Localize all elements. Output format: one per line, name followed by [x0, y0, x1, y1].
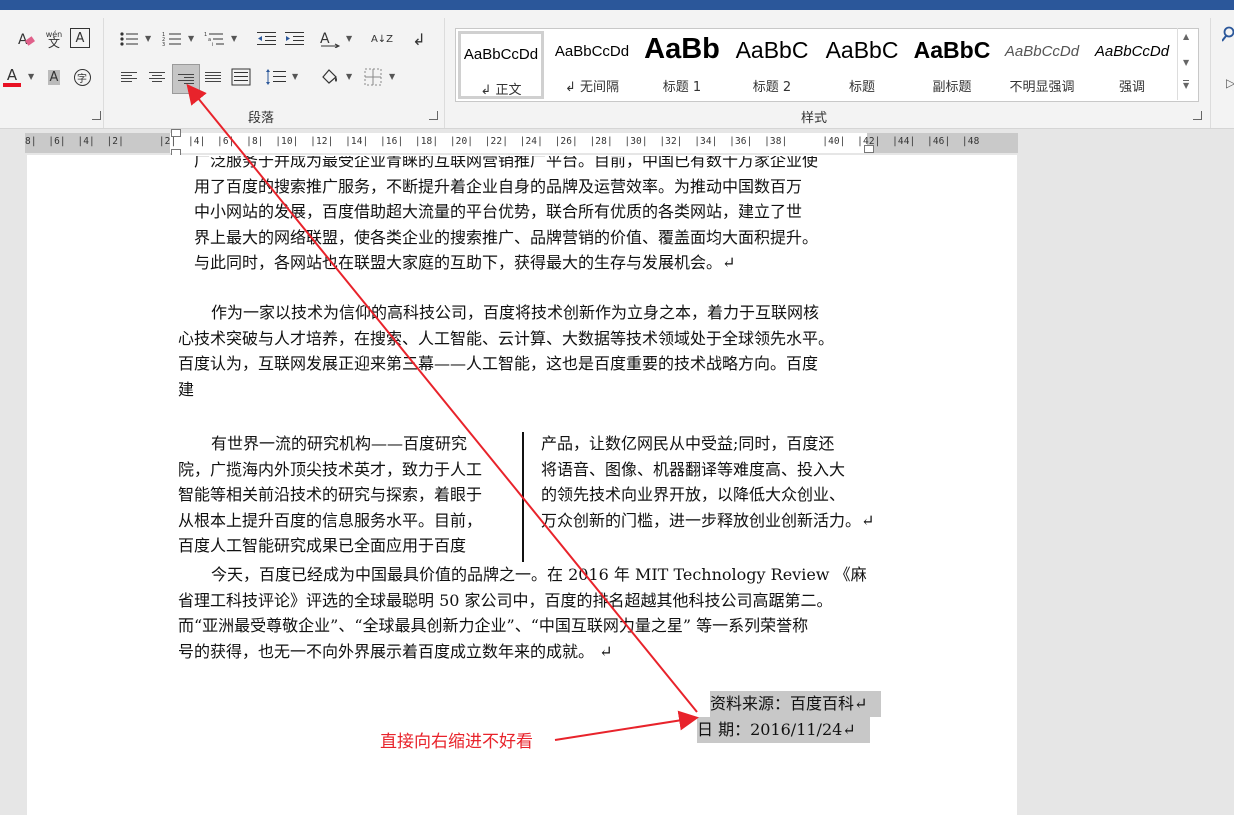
column-right: 产品，让数亿网民从中受益;同时，百度还 将语音、图像、机器翻译等难度高、投入大 …: [541, 431, 874, 533]
borders-icon[interactable]: [361, 66, 385, 88]
character-shading-icon[interactable]: A: [42, 66, 66, 88]
more-styles-icon[interactable]: ▼: [1183, 80, 1190, 90]
bullets-dropdown-icon[interactable]: ▼: [145, 34, 151, 43]
p1-line: 与此同时，各网站也在联盟大家庭的互助下，获得最大的生存与发展机会。↵: [194, 253, 736, 272]
p2-line: 心技术突破与人才培养，在搜索、人工智能、云计算、大数据等技术领域处于全球领先水平…: [178, 328, 835, 348]
numbering-icon[interactable]: 123: [160, 28, 184, 50]
enclose-characters-icon[interactable]: 字: [70, 66, 94, 88]
font-color-bar: [3, 83, 21, 87]
select-icon[interactable]: ▷: [1226, 76, 1234, 90]
font-color-button[interactable]: A: [0, 66, 24, 88]
p3-line: 今天，百度已经成为中国最具价值的品牌之一。在 2016 年 MIT Techno…: [211, 565, 867, 584]
svg-text:1: 1: [204, 32, 207, 38]
style-heading-1[interactable]: AaBb 标题 1: [638, 29, 726, 99]
col-right-line: 产品，让数亿网民从中受益;同时，百度还: [541, 434, 835, 453]
numbering-dropdown-icon[interactable]: ▼: [188, 34, 194, 43]
character-border-icon[interactable]: A: [70, 28, 90, 48]
paragraph-dialog-launcher-icon[interactable]: [92, 111, 101, 120]
col-left-line: 院，广揽海内外顶尖技术英才，致力于人工: [178, 459, 483, 479]
p2-line: 百度认为，互联网发展正迎来第三幕——人工智能，这也是百度重要的技术战略方向。百度: [178, 354, 819, 373]
clear-formatting-icon[interactable]: A: [14, 28, 38, 50]
shading-icon[interactable]: [318, 66, 342, 88]
horizontal-ruler[interactable]: 8| |6| |4| |2| |2| |4| |6| |8| |10| |12|…: [25, 129, 1018, 157]
style-no-spacing[interactable]: AaBbCcDd ↲ 无间隔: [548, 29, 636, 99]
styles-gallery: AaBbCcDd ↲ 正文 AaBbCcDd ↲ 无间隔 AaBb 标题 1 A…: [455, 28, 1199, 102]
scroll-down-icon[interactable]: ▼: [1183, 58, 1189, 67]
find-icon[interactable]: [1221, 26, 1234, 48]
title-bar: [0, 0, 1234, 10]
styles-dialog-launcher-icon[interactable]: [1193, 111, 1202, 120]
ribbon: A wén 文 A A ▼ A 字 ▼ 123 ▼ 1ai ▼ A ▼ A↓Z …: [0, 10, 1234, 129]
col-left-line: 智能等相关前沿技术的研究与探索，着眼于: [178, 485, 483, 504]
svg-text:3: 3: [162, 42, 165, 47]
decrease-indent-icon[interactable]: [255, 28, 279, 50]
increase-indent-icon[interactable]: [283, 28, 307, 50]
line-spacing-icon[interactable]: [264, 66, 288, 88]
align-center-icon[interactable]: [145, 66, 169, 88]
style-heading-2[interactable]: AaBbC 标题 2: [728, 29, 816, 99]
style-emphasis[interactable]: AaBbCcDd 强调: [1088, 29, 1176, 99]
sort-icon[interactable]: A↓Z: [370, 28, 394, 50]
paragraph-1: 广泛服务于并成为最受企业青睐的互联网营销推广平台。目前，中国已有数十万家企业使 …: [194, 156, 819, 276]
col-right-line: 将语音、图像、机器翻译等难度高、投入大: [541, 459, 846, 479]
annotation-text: 直接向右缩进不好看: [380, 732, 533, 752]
col-left-line: 有世界一流的研究机构——百度研究: [211, 434, 468, 453]
p1-line: 界上最大的网络联盟，使各类企业的搜索推广、品牌营销的价值、覆盖面均大面积提升。: [194, 227, 819, 247]
p3-line: 号的获得，也无一不向外界展示着百度成立数年来的成就。 ↵: [178, 641, 613, 661]
col-left-line: 百度人工智能研究成果已全面应用于百度: [178, 536, 467, 555]
group-separator: [1210, 18, 1211, 128]
paragraph-settings-launcher-icon[interactable]: [429, 111, 438, 120]
p2-line: 作为一家以技术为信仰的高科技公司，百度将技术创新作为立身之本，着力于互联网核: [211, 303, 820, 322]
p3-line: 省理工科技评论》评选的全球最聪明 50 家公司中，百度的排名超越其他科技公司高踞…: [178, 590, 833, 610]
style-subtitle[interactable]: AaBbC 副标题: [908, 29, 996, 99]
style-normal[interactable]: AaBbCcDd ↲ 正文: [458, 31, 544, 99]
col-right-line: 的领先技术向业界开放，以降低大众创业、: [541, 485, 846, 504]
p3-line: 而“亚洲最受尊敬企业”、“全球最具创新力企业”、“中国互联网力量之星” 等一系列…: [178, 616, 809, 635]
group-separator: [103, 18, 104, 128]
svg-text:A: A: [320, 31, 330, 47]
chinese-layout-dropdown-icon[interactable]: ▼: [346, 34, 352, 43]
line-spacing-dropdown-icon[interactable]: ▼: [292, 72, 298, 81]
p1-line: 用了百度的搜索推广服务，不断提升着企业自身的品牌及运营效率。为推动中国数百万: [194, 176, 803, 196]
styles-scroll[interactable]: ▲ ▼ ▼: [1177, 28, 1196, 100]
font-color-dropdown-icon[interactable]: ▼: [28, 72, 34, 81]
ruler-scale: 8| |6| |4| |2| |2| |4| |6| |8| |10| |12|…: [25, 136, 980, 147]
first-line-indent-marker[interactable]: [171, 129, 181, 137]
justify-icon[interactable]: [201, 66, 225, 88]
shading-dropdown-icon[interactable]: ▼: [346, 72, 352, 81]
paragraph-2: 作为一家以技术为信仰的高科技公司，百度将技术创新作为立身之本，着力于互联网核 心…: [178, 300, 834, 402]
style-subtle-emphasis[interactable]: AaBbCcDd 不明显强调: [998, 29, 1086, 99]
right-indent-marker[interactable]: [864, 145, 874, 153]
style-title[interactable]: AaBbC 标题: [818, 29, 906, 99]
date-line[interactable]: 日 期：2016/11/24↵: [697, 717, 870, 743]
svg-text:a: a: [208, 37, 211, 43]
chinese-layout-icon[interactable]: A: [318, 28, 342, 50]
source-line[interactable]: 资料来源：百度百科↵: [710, 691, 882, 717]
p2-line: 建: [178, 379, 195, 399]
col-right-line: 万众创新的门槛，进一步释放创业创新活力。↵: [541, 510, 875, 530]
show-marks-icon[interactable]: ↲: [407, 28, 431, 50]
group-separator: [444, 18, 445, 128]
align-right-icon[interactable]: [172, 64, 200, 94]
phonetic-guide-icon[interactable]: wén 文: [42, 28, 66, 50]
align-left-icon[interactable]: [117, 66, 141, 88]
col-left-line: 从根本上提升百度的信息服务水平。目前，: [178, 510, 483, 530]
borders-dropdown-icon[interactable]: ▼: [389, 72, 395, 81]
column-left: 有世界一流的研究机构——百度研究 院，广揽海内外顶尖技术英才，致力于人工 智能等…: [178, 431, 482, 559]
styles-group-label: 样式: [801, 111, 828, 126]
paragraph-3: 今天，百度已经成为中国最具价值的品牌之一。在 2016 年 MIT Techno…: [178, 562, 867, 664]
scroll-up-icon[interactable]: ▲: [1183, 32, 1189, 41]
svg-text:i: i: [212, 42, 213, 47]
multilevel-dropdown-icon[interactable]: ▼: [231, 34, 237, 43]
paragraph-group-label: 段落: [248, 111, 275, 126]
bullets-icon[interactable]: [117, 28, 141, 50]
p1-line: 中小网站的发展，百度借助超大流量的平台优势，联合所有优质的各类网站，建立了世: [194, 202, 803, 221]
multilevel-list-icon[interactable]: 1ai: [203, 28, 227, 50]
column-separator: [522, 432, 524, 562]
distributed-icon[interactable]: [229, 66, 253, 88]
